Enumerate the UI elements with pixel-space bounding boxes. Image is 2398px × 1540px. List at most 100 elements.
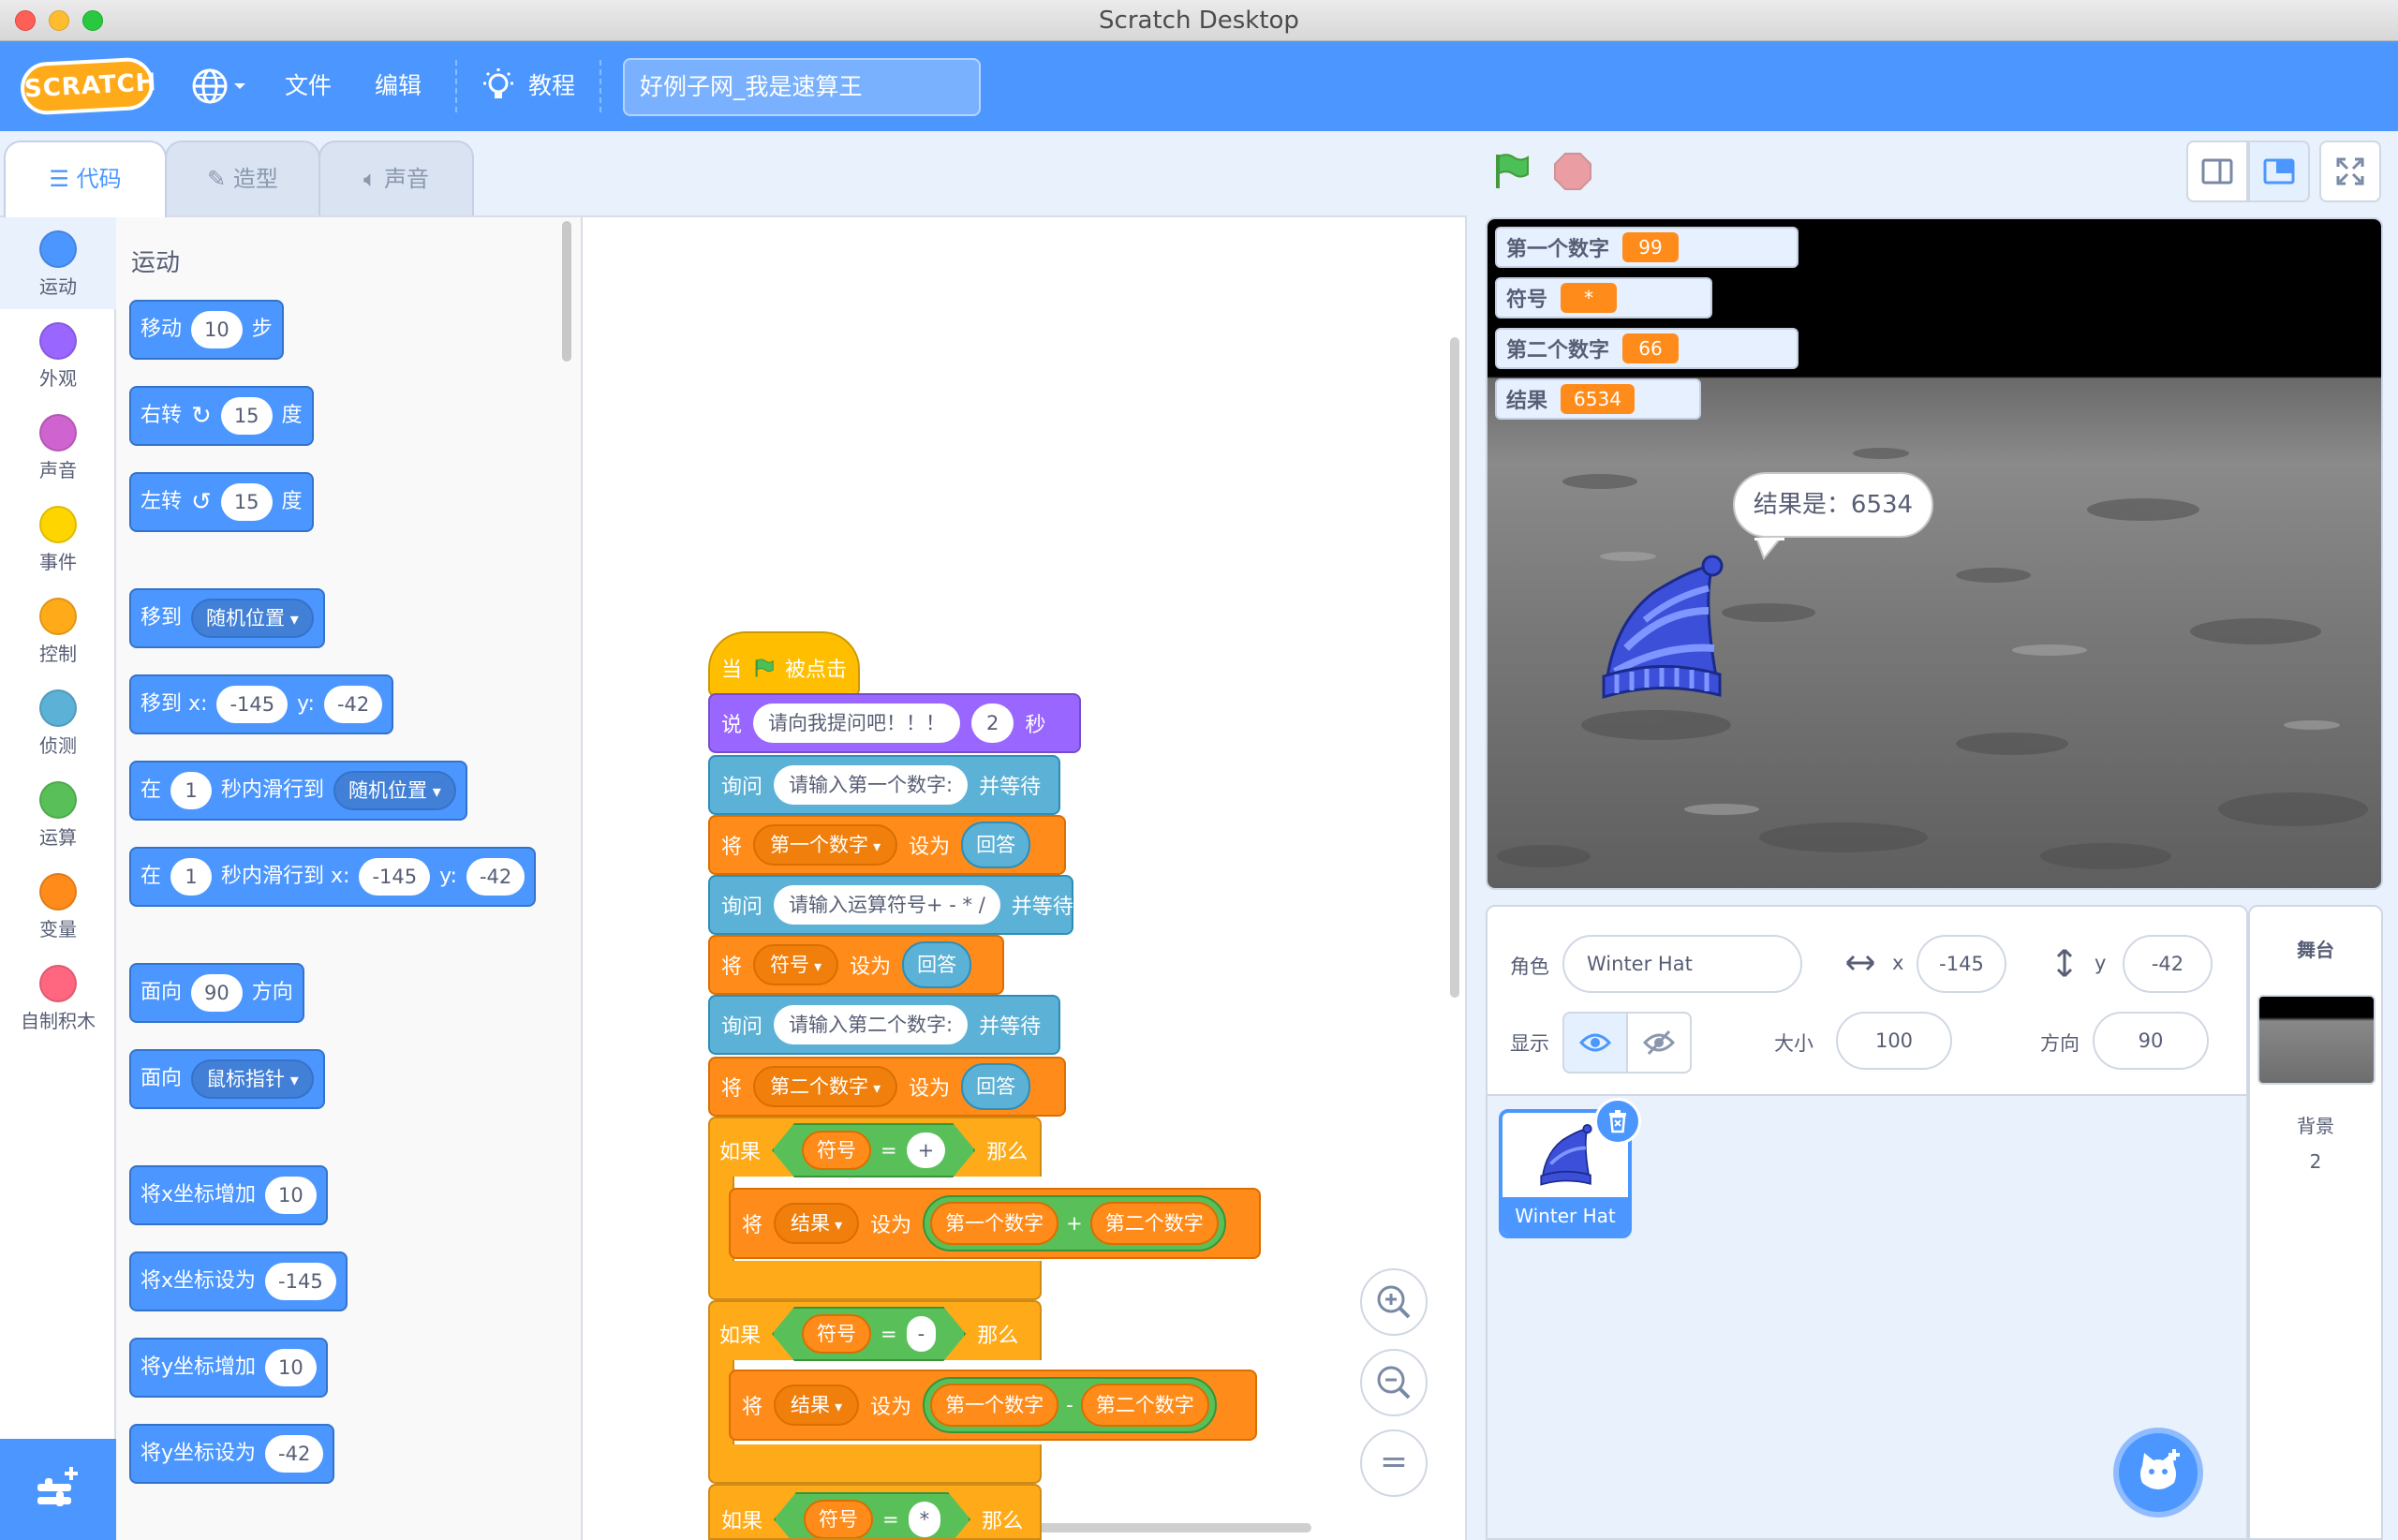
variable-reporter[interactable]: 第一个数字 <box>930 1384 1059 1427</box>
stage-canvas[interactable]: 第一个数字 99 符号 * 第二个数字 66 结果 6534 结果是：6534 <box>1486 217 2383 890</box>
steps-input[interactable]: 10 <box>191 311 243 348</box>
change-y-block[interactable]: 将y坐标增加 10 <box>129 1338 328 1398</box>
hide-sprite-button[interactable] <box>1626 1012 1692 1074</box>
variable-reporter[interactable]: 第二个数字 <box>1080 1384 1209 1427</box>
language-menu[interactable] <box>187 41 247 131</box>
set-variable-block-2[interactable]: 将 符号 设为 回答 <box>708 935 1004 995</box>
stop-button[interactable] <box>1553 152 1592 191</box>
variable-monitor[interactable]: 符号 * <box>1495 277 1712 318</box>
equals-operator[interactable]: 符号 = + <box>772 1123 975 1177</box>
variable-monitor[interactable]: 第一个数字 99 <box>1495 227 1798 268</box>
y-input[interactable]: -42 <box>2123 935 2213 993</box>
set-result-block-2[interactable]: 将 结果 设为 第一个数字 - 第二个数字 <box>729 1370 1257 1441</box>
glide-block[interactable]: 在 1 秒内滑行到 随机位置 <box>129 761 467 821</box>
variable-dropdown[interactable]: 结果 <box>774 1385 860 1426</box>
answer-reporter[interactable]: 回答 <box>961 1063 1031 1110</box>
tab-costumes[interactable]: ✎ 造型 <box>165 141 320 215</box>
category-item[interactable]: 运算 <box>0 768 116 860</box>
category-item[interactable]: 外观 <box>0 309 116 401</box>
variable-reporter[interactable]: 符号 <box>802 1314 871 1354</box>
small-stage-button[interactable] <box>2186 141 2248 202</box>
goto-block[interactable]: 移到 随机位置 <box>129 588 325 648</box>
category-item[interactable]: 自制积木 <box>0 952 116 1044</box>
secs-input[interactable]: 1 <box>170 858 213 896</box>
variable-reporter[interactable]: 第二个数字 <box>1089 1202 1219 1245</box>
show-sprite-button[interactable] <box>1562 1012 1628 1074</box>
category-item[interactable]: 声音 <box>0 401 116 493</box>
tab-code[interactable]: ☰ 代码 <box>4 141 167 217</box>
set-result-block-1[interactable]: 将 结果 设为 第一个数字 + 第二个数字 <box>729 1188 1261 1259</box>
x-input[interactable]: -145 <box>1917 935 2006 993</box>
compare-input[interactable]: - <box>907 1316 937 1352</box>
turn-left-block[interactable]: 左转 ↺ 15 度 <box>129 472 314 532</box>
choose-sprite-button[interactable] <box>2113 1428 2203 1518</box>
point-direction-block[interactable]: 面向 90 方向 <box>129 963 304 1023</box>
goto-target-dropdown[interactable]: 随机位置 <box>191 599 314 638</box>
secs-input[interactable]: 2 <box>971 703 1014 743</box>
category-item[interactable]: 变量 <box>0 860 116 952</box>
edit-menu[interactable]: 编辑 <box>375 41 422 131</box>
towards-dropdown[interactable]: 鼠标指针 <box>191 1059 314 1099</box>
equals-operator[interactable]: 符号 = - <box>772 1307 966 1361</box>
green-flag-button[interactable] <box>1491 152 1531 191</box>
category-item[interactable]: 控制 <box>0 585 116 676</box>
category-item[interactable]: 运动 <box>0 217 116 309</box>
zoom-reset-button[interactable]: = <box>1360 1429 1428 1497</box>
zoom-in-button[interactable] <box>1360 1268 1428 1336</box>
degrees-input[interactable]: 15 <box>220 483 273 521</box>
question-input[interactable]: 请输入第一个数字: <box>774 765 969 805</box>
variable-monitor[interactable]: 第二个数字 66 <box>1495 328 1798 369</box>
say-for-secs-block[interactable]: 说 请向我提问吧！！！ 2 秒 <box>708 693 1081 753</box>
answer-reporter[interactable]: 回答 <box>902 941 972 988</box>
scratch-logo[interactable]: SCRATCH <box>19 56 157 116</box>
message-input[interactable]: 请向我提问吧！！！ <box>753 703 961 743</box>
set-variable-block-3[interactable]: 将 第二个数字 设为 回答 <box>708 1057 1066 1117</box>
y-input[interactable]: -42 <box>466 858 525 896</box>
x-input[interactable]: -145 <box>265 1263 336 1300</box>
category-item[interactable]: 侦测 <box>0 676 116 768</box>
set-x-block[interactable]: 将x坐标设为 -145 <box>129 1251 348 1311</box>
variable-dropdown[interactable]: 符号 <box>753 944 839 985</box>
compare-input[interactable]: + <box>907 1133 946 1168</box>
size-input[interactable]: 100 <box>1836 1012 1952 1070</box>
subtract-operator[interactable]: 第一个数字 - 第二个数字 <box>923 1377 1217 1433</box>
dy-input[interactable]: 10 <box>265 1349 317 1386</box>
winter-hat-sprite[interactable] <box>1598 555 1727 704</box>
ask-and-wait-block-3[interactable]: 询问 请输入第二个数字: 并等待 <box>708 995 1060 1055</box>
file-menu[interactable]: 文件 <box>285 41 332 131</box>
ask-and-wait-block-1[interactable]: 询问 请输入第一个数字: 并等待 <box>708 755 1060 815</box>
x-input[interactable]: -145 <box>359 858 431 896</box>
stage-selector-pane[interactable]: 舞台 背景 2 <box>2248 905 2383 1540</box>
y-input[interactable]: -42 <box>265 1435 324 1473</box>
set-y-block[interactable]: 将y坐标设为 -42 <box>129 1424 335 1484</box>
if-block-3[interactable]: 如果 符号 = * 那么 <box>708 1484 1042 1540</box>
direction-input[interactable]: 90 <box>2093 1012 2209 1070</box>
add-extension-button[interactable] <box>0 1439 116 1540</box>
y-input[interactable]: -42 <box>323 686 383 723</box>
category-item[interactable]: 事件 <box>0 493 116 585</box>
zoom-out-button[interactable] <box>1360 1349 1428 1416</box>
variable-monitor[interactable]: 结果 6534 <box>1495 378 1701 420</box>
tab-sounds[interactable]: 🔈︎ 声音 <box>318 141 474 215</box>
turn-right-block[interactable]: 右转 ↻ 15 度 <box>129 386 314 446</box>
dx-input[interactable]: 10 <box>265 1177 317 1214</box>
question-input[interactable]: 请输入第二个数字: <box>774 1005 969 1044</box>
palette-scrollbar[interactable] <box>562 221 571 362</box>
degrees-input[interactable]: 15 <box>220 397 273 435</box>
goto-xy-block[interactable]: 移到 x: -145 y: -42 <box>129 674 394 734</box>
answer-reporter[interactable]: 回答 <box>961 822 1031 868</box>
glide-target-dropdown[interactable]: 随机位置 <box>333 771 456 810</box>
variable-reporter[interactable]: 符号 <box>804 1500 873 1539</box>
backdrop-thumbnail[interactable] <box>2257 995 2376 1085</box>
when-flag-clicked-block[interactable]: 当 被点击 <box>708 631 860 697</box>
variable-reporter[interactable]: 第一个数字 <box>930 1202 1059 1245</box>
x-input[interactable]: -145 <box>216 686 289 723</box>
compare-input[interactable]: * <box>909 1502 941 1537</box>
question-input[interactable]: 请输入运算符号+ - * / <box>774 885 1000 925</box>
fullscreen-button[interactable] <box>2319 141 2381 202</box>
variable-dropdown[interactable]: 第一个数字 <box>753 824 898 866</box>
secs-input[interactable]: 1 <box>170 772 213 809</box>
ask-and-wait-block-2[interactable]: 询问 请输入运算符号+ - * / 并等待 <box>708 875 1073 935</box>
glide-xy-block[interactable]: 在 1 秒内滑行到 x: -145 y: -42 <box>129 847 537 907</box>
move-steps-block[interactable]: 移动 10 步 <box>129 300 284 360</box>
